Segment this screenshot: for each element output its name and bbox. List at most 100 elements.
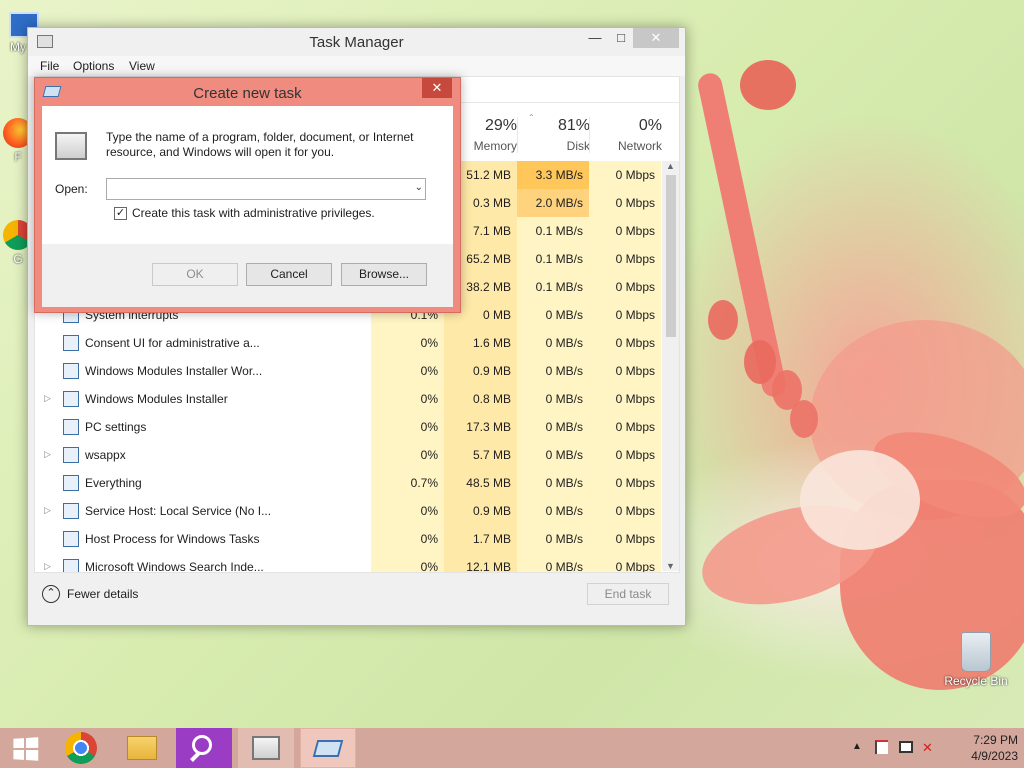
cpu-cell: 0% [371, 385, 444, 413]
expand-arrow-icon[interactable]: ▷ [44, 393, 51, 404]
process-name: PC settings [85, 420, 147, 434]
menu-bar: File Options View [28, 56, 685, 76]
title-bar[interactable]: Task Manager — □ ✕ [28, 28, 685, 56]
process-row[interactable]: Everything 0.7% 48.5 MB 0 MB/s 0 Mbps [35, 469, 661, 497]
memory-cell: 17.3 MB [444, 413, 517, 441]
search-everything-icon [192, 735, 212, 755]
footer: ⌃ Fewer details End task [34, 574, 680, 620]
minimize-button[interactable]: — [581, 28, 609, 48]
open-input[interactable] [107, 179, 403, 199]
network-icon[interactable] [899, 741, 913, 753]
ok-button[interactable]: OK [152, 263, 238, 286]
chevron-down-icon[interactable]: ⌄ [415, 182, 423, 193]
process-row[interactable]: ▷ Service Host: Local Service (No I... 0% 0… [35, 497, 661, 525]
chrome-icon [65, 732, 97, 764]
scroll-down-icon[interactable]: ▼ [666, 561, 675, 571]
action-center-flag-icon[interactable] [875, 740, 888, 754]
taskbar-chrome[interactable] [54, 728, 110, 768]
process-row[interactable]: Consent UI for administrative a... 0% 1.6 … [35, 329, 661, 357]
process-icon [63, 559, 79, 572]
create-new-task-dialog: Create new task ✕ Type the name of a pro… [34, 77, 461, 313]
process-name: Host Process for Windows Tasks [85, 532, 260, 546]
memory-cell: 5.7 MB [444, 441, 517, 469]
network-cell: 0 Mbps [589, 189, 661, 217]
volume-muted-icon[interactable]: ✕ [922, 740, 933, 756]
process-icon [63, 335, 79, 351]
admin-privileges-label: Create this task with administrative pri… [132, 206, 375, 220]
expand-arrow-icon[interactable]: ▷ [44, 449, 51, 460]
clock-time: 7:29 PM [973, 733, 1018, 747]
start-button[interactable] [0, 728, 56, 768]
desktop-icon-recycle-bin[interactable]: Recycle Bin [942, 632, 1010, 688]
taskbar-run-dialog[interactable] [300, 728, 356, 768]
menu-file[interactable]: File [40, 59, 59, 73]
scroll-up-icon[interactable]: ▲ [666, 161, 675, 171]
browse-button[interactable]: Browse... [341, 263, 427, 286]
network-cell: 0 Mbps [589, 469, 661, 497]
sort-arrow-icon: ⌃ [528, 113, 535, 122]
fewer-details-button[interactable]: ⌃ Fewer details [42, 585, 138, 603]
scroll-thumb[interactable] [666, 175, 676, 337]
dialog-body: Type the name of a program, folder, docu… [42, 106, 453, 307]
network-cell: 0 Mbps [589, 245, 661, 273]
dialog-close-button[interactable]: ✕ [422, 78, 452, 98]
process-row[interactable]: ▷ wsappx 0% 5.7 MB 0 MB/s 0 Mbps [35, 441, 661, 469]
checkbox-checked-icon[interactable]: ✓ [114, 206, 127, 220]
disk-cell: 0 MB/s [517, 329, 589, 357]
menu-options[interactable]: Options [73, 59, 114, 73]
end-task-button[interactable]: End task [587, 583, 669, 605]
network-cell: 0 Mbps [589, 357, 661, 385]
menu-view[interactable]: View [129, 59, 155, 73]
process-icon [63, 419, 79, 435]
expand-arrow-icon[interactable]: ▷ [44, 561, 51, 572]
show-hidden-icons-icon[interactable]: ▲ [852, 741, 862, 752]
process-icon [63, 475, 79, 491]
run-dialog-icon [312, 740, 344, 757]
disk-label: Disk [566, 139, 590, 153]
network-cell: 0 Mbps [589, 497, 661, 525]
taskbar-file-explorer[interactable] [114, 728, 170, 768]
network-label: Network [617, 139, 662, 153]
process-row[interactable]: ▷ Windows Modules Installer 0% 0.8 MB 0 MB/s… [35, 385, 661, 413]
column-header-network[interactable]: 0% Network [589, 117, 662, 153]
cancel-button[interactable]: Cancel [246, 263, 332, 286]
close-button[interactable]: ✕ [633, 28, 679, 48]
maximize-button[interactable]: □ [607, 28, 635, 48]
network-cell: 0 Mbps [589, 329, 661, 357]
cpu-cell: 0% [371, 329, 444, 357]
process-icon [63, 531, 79, 547]
process-row[interactable]: PC settings 0% 17.3 MB 0 MB/s 0 Mbps [35, 413, 661, 441]
disk-cell: 0 MB/s [517, 413, 589, 441]
expand-arrow-icon[interactable]: ▷ [44, 505, 51, 516]
cpu-cell: 0% [371, 553, 444, 572]
network-cell: 0 Mbps [589, 217, 661, 245]
process-name: Windows Modules Installer [85, 392, 228, 406]
clock[interactable]: 7:29 PM 4/9/2023 [971, 732, 1018, 764]
disk-cell: 0 MB/s [517, 441, 589, 469]
disk-cell: 0 MB/s [517, 553, 589, 572]
vertical-scrollbar[interactable]: ▲ ▼ [662, 161, 679, 571]
wallpaper-flower [660, 40, 1024, 720]
admin-privileges-checkbox[interactable]: ✓ Create this task with administrative p… [114, 206, 375, 220]
cpu-cell: 0% [371, 413, 444, 441]
clock-date: 4/9/2023 [971, 749, 1018, 763]
process-icon [63, 447, 79, 463]
process-row[interactable]: ▷ Microsoft Windows Search Inde... 0% 12.1 … [35, 553, 661, 572]
taskbar-search-everything[interactable] [176, 728, 232, 768]
process-row[interactable]: Windows Modules Installer Wor... 0% 0.9 MB… [35, 357, 661, 385]
disk-cell: 0.1 MB/s [517, 217, 589, 245]
memory-cell: 0.9 MB [444, 497, 517, 525]
column-header-disk[interactable]: ⌃ 81% Disk [517, 113, 590, 153]
open-combobox[interactable]: ⌄ [106, 178, 426, 200]
start-icon [13, 737, 39, 761]
open-label: Open: [55, 182, 88, 196]
process-row[interactable]: Host Process for Windows Tasks 0% 1.7 MB 0 … [35, 525, 661, 553]
disk-cell: 0.1 MB/s [517, 245, 589, 273]
memory-cell: 1.6 MB [444, 329, 517, 357]
file-explorer-icon [127, 736, 157, 760]
network-percent: 0% [638, 117, 662, 134]
process-name: Windows Modules Installer Wor... [85, 364, 263, 378]
desktop-icon-label: F [14, 150, 22, 164]
process-icon [63, 363, 79, 379]
taskbar-task-manager[interactable] [238, 728, 294, 768]
